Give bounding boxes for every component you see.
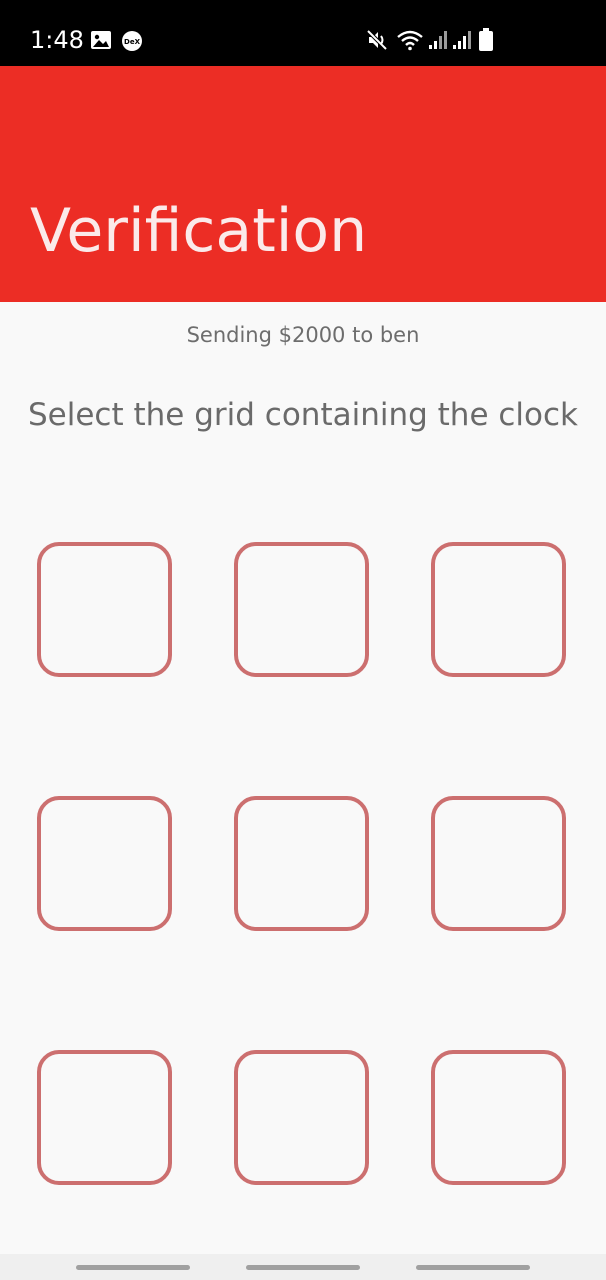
header-banner — [0, 66, 606, 302]
wifi-icon — [397, 30, 423, 51]
signal-icon — [429, 31, 447, 49]
grid-cell[interactable] — [234, 542, 369, 677]
image-icon — [91, 31, 111, 49]
home-button[interactable] — [246, 1265, 360, 1270]
grid-cell[interactable] — [431, 542, 566, 677]
status-time: 1:48 — [30, 26, 84, 54]
back-button[interactable] — [416, 1265, 530, 1270]
page-title: Verification — [30, 196, 368, 266]
grid-cell[interactable] — [37, 796, 172, 931]
grid-cell[interactable] — [431, 1050, 566, 1185]
dex-label: DeX — [124, 38, 141, 46]
mute-icon — [366, 29, 388, 51]
battery-icon — [479, 28, 493, 51]
grid-cell[interactable] — [234, 796, 369, 931]
grid-cell[interactable] — [37, 542, 172, 677]
status-bar: 1:48 DeX — [0, 0, 606, 66]
grid-cell[interactable] — [431, 796, 566, 931]
recent-apps-button[interactable] — [76, 1265, 190, 1270]
grid-cell[interactable] — [37, 1050, 172, 1185]
dex-icon: DeX — [122, 31, 142, 51]
grid-cell[interactable] — [234, 1050, 369, 1185]
transaction-summary: Sending $2000 to ben — [186, 323, 420, 347]
captcha-instruction: Select the grid containing the clock — [28, 397, 578, 433]
signal-icon — [453, 31, 471, 49]
